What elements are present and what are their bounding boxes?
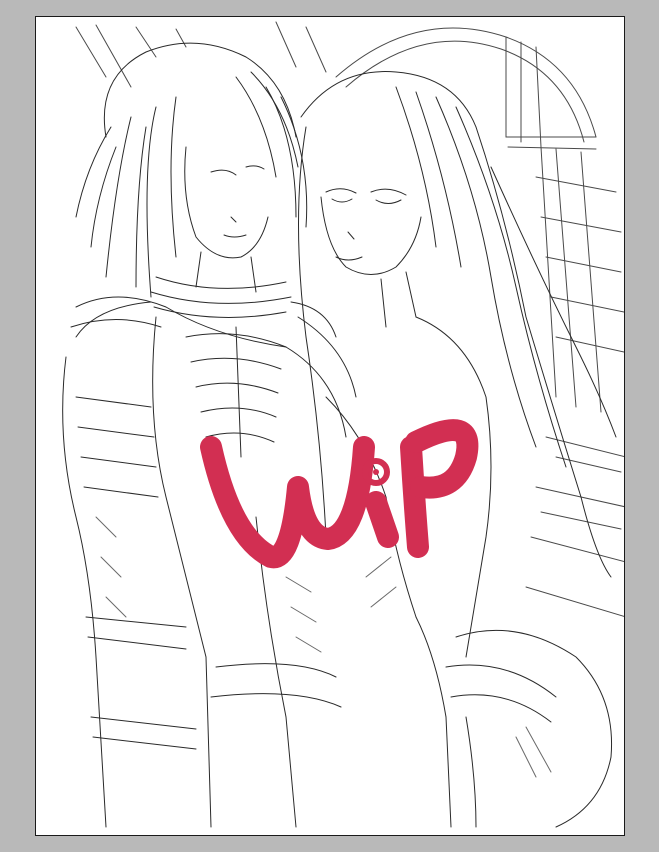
background-arch [75,21,624,617]
left-figure [62,42,357,828]
right-figure [70,71,617,828]
workspace-background [0,0,659,852]
document-canvas[interactable] [35,16,625,836]
sketch-artwork [62,21,624,828]
